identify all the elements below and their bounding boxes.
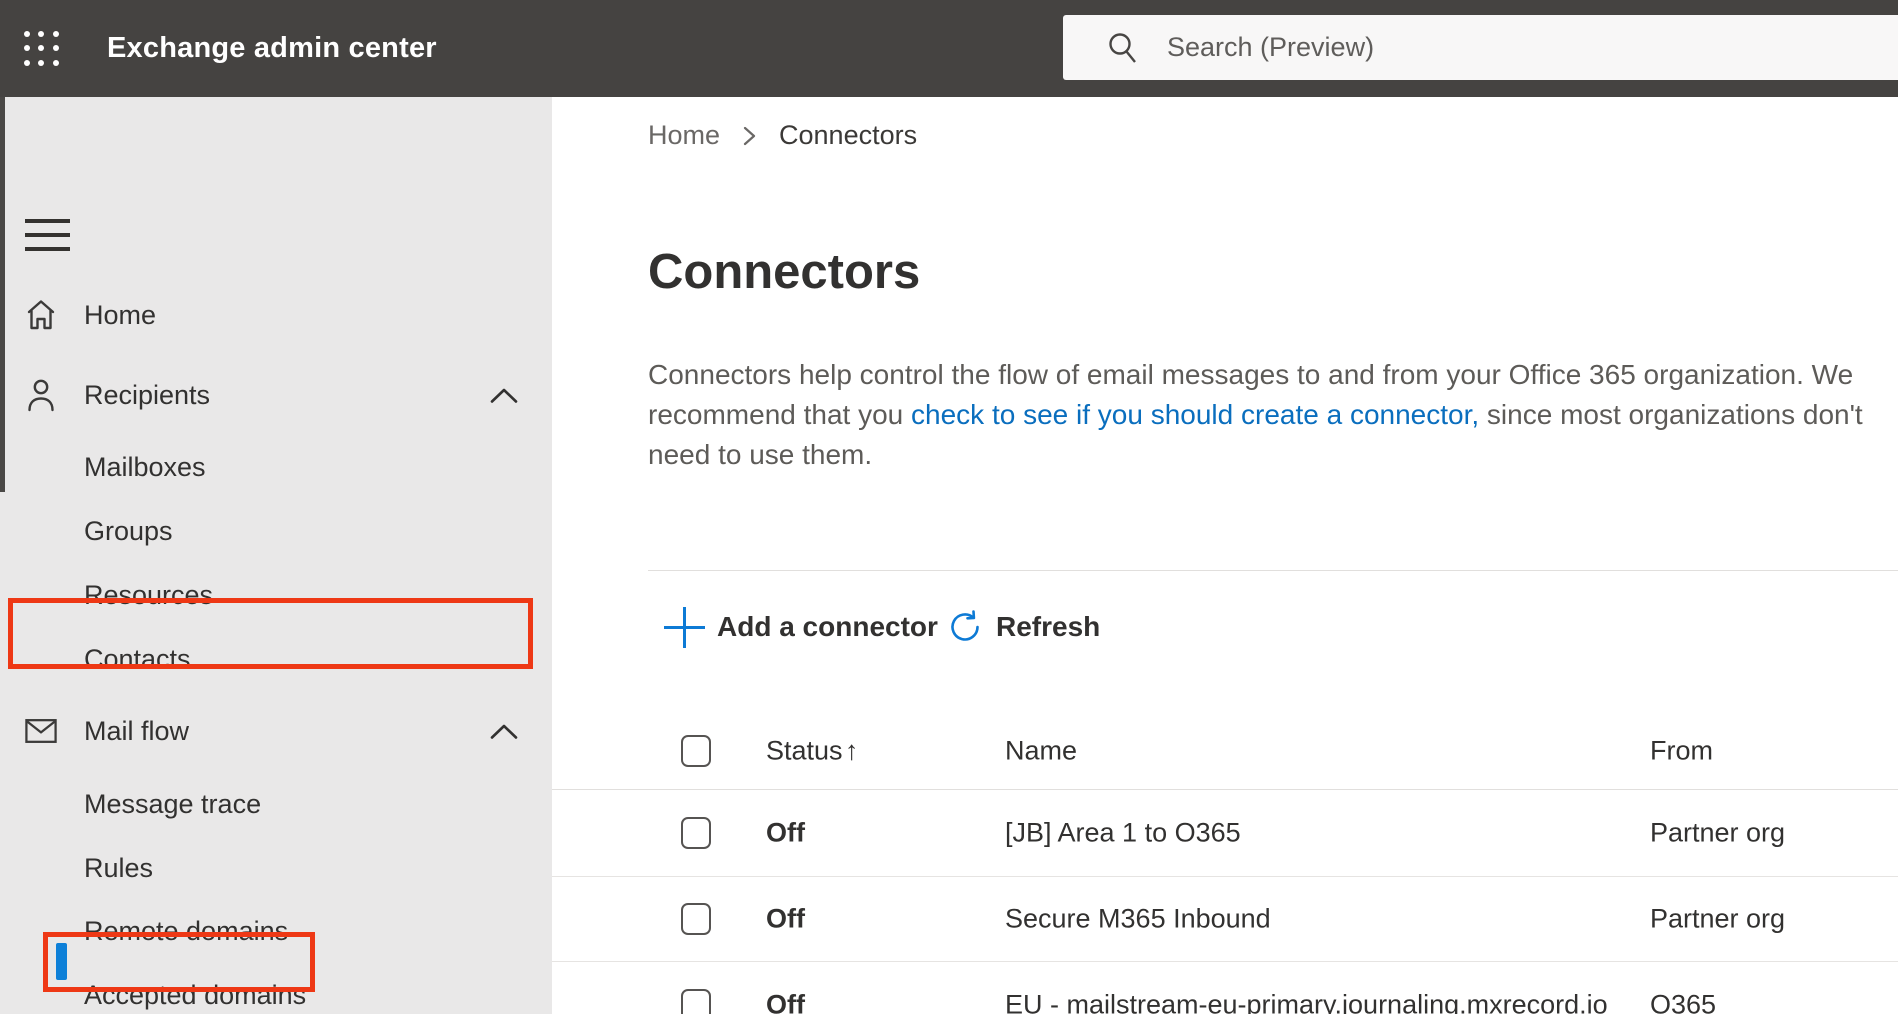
table-row[interactable]: Off Secure M365 Inbound Partner org	[552, 877, 1898, 962]
row-checkbox[interactable]	[681, 989, 711, 1014]
sidebar-item-rules[interactable]: Rules	[0, 842, 552, 894]
sidebar-item-label: Rules	[84, 852, 154, 883]
cell-name: [JB] Area 1 to O365	[1005, 817, 1241, 848]
breadcrumb: Home Connectors	[648, 117, 917, 153]
sidebar-item-label: Contacts	[84, 643, 191, 674]
left-edge-strip	[0, 97, 5, 492]
table-row[interactable]: Off [JB] Area 1 to O365 Partner org	[552, 790, 1898, 877]
column-header-name[interactable]: Name	[1005, 735, 1077, 766]
search-icon	[1109, 32, 1136, 63]
sidebar-item-mail-flow[interactable]: Mail flow	[0, 705, 552, 757]
sidebar-item-contacts[interactable]: Contacts	[0, 633, 552, 685]
app-launcher-icon[interactable]	[24, 31, 60, 67]
cell-name: Secure M365 Inbound	[1005, 903, 1271, 934]
search-placeholder: Search (Preview)	[1167, 32, 1375, 62]
column-header-from[interactable]: From	[1650, 735, 1713, 766]
row-checkbox[interactable]	[681, 817, 711, 849]
cell-name: EU - mailstream-eu-primary.journaling.mx…	[1005, 989, 1608, 1014]
page-description: Connectors help control the flow of emai…	[648, 355, 1863, 475]
add-connector-button[interactable]: Add a connector	[664, 594, 938, 660]
refresh-label: Refresh	[996, 611, 1101, 642]
toolbar-divider	[648, 570, 1898, 571]
hamburger-menu-icon[interactable]	[25, 219, 70, 252]
home-icon	[25, 298, 57, 332]
table-row[interactable]: Off EU - mailstream-eu-primary.journalin…	[552, 962, 1898, 1014]
cell-status: Off	[766, 903, 805, 934]
add-connector-label: Add a connector	[717, 611, 938, 642]
search-box[interactable]: Search (Preview)	[1063, 15, 1898, 80]
sidebar-item-label: Groups	[84, 515, 173, 546]
cell-status: Off	[766, 817, 805, 848]
selected-item-indicator	[56, 943, 67, 980]
cell-from: O365	[1650, 989, 1717, 1014]
sidebar-item-label: Resources	[84, 579, 214, 610]
envelope-icon	[25, 714, 57, 748]
sidebar-item-label: Remote domains	[84, 915, 289, 946]
sidebar-item-label: Mailboxes	[84, 451, 206, 482]
chevron-up-icon[interactable]	[490, 387, 518, 404]
sidebar-item-label: Message trace	[84, 788, 262, 819]
main-content: Home Connectors Connectors Connectors he…	[552, 97, 1898, 1014]
sidebar-item-recipients[interactable]: Recipients	[0, 369, 552, 421]
table-header-row: Status ↑ Name From	[552, 712, 1898, 790]
sidebar-item-home[interactable]: Home	[0, 289, 552, 341]
sidebar-item-accepted-domains[interactable]: Accepted domains	[0, 969, 552, 1014]
breadcrumb-current: Connectors	[779, 119, 918, 150]
sidebar-item-label: Accepted domains	[84, 979, 307, 1010]
refresh-icon	[947, 609, 983, 645]
cell-from: Partner org	[1650, 817, 1786, 848]
chevron-up-icon[interactable]	[490, 723, 518, 740]
sidebar-item-groups[interactable]: Groups	[0, 505, 552, 557]
sidebar-item-mailboxes[interactable]: Mailboxes	[0, 441, 552, 493]
sidebar-item-message-trace[interactable]: Message trace	[0, 778, 552, 830]
sidebar-item-label: Recipients	[84, 379, 211, 410]
chevron-right-icon	[742, 124, 757, 148]
sidebar-item-resources[interactable]: Resources	[0, 569, 552, 621]
sidebar-item-label: Home	[84, 299, 157, 330]
cell-status: Off	[766, 989, 805, 1014]
refresh-button[interactable]: Refresh	[947, 594, 1100, 660]
toolbar: Add a connector Refresh	[552, 594, 1898, 660]
app-title: Exchange admin center	[107, 32, 437, 64]
sidebar-item-remote-domains[interactable]: Remote domains	[0, 905, 552, 957]
top-app-bar: Exchange admin center Search (Preview)	[0, 0, 1898, 97]
breadcrumb-home-link[interactable]: Home	[648, 120, 720, 151]
person-icon	[25, 378, 57, 412]
column-header-status[interactable]: Status	[766, 735, 843, 766]
sort-ascending-icon[interactable]: ↑	[845, 735, 859, 766]
page-title: Connectors	[648, 245, 921, 299]
create-connector-check-link[interactable]: check to see if you should create a conn…	[911, 399, 1479, 430]
sidebar: Home Recipients Mailboxes Groups Resourc…	[0, 97, 552, 1014]
select-all-checkbox[interactable]	[681, 734, 711, 767]
cell-from: Partner org	[1650, 903, 1786, 934]
row-checkbox[interactable]	[681, 903, 711, 935]
plus-icon	[664, 606, 705, 648]
sidebar-item-label: Mail flow	[84, 715, 190, 746]
